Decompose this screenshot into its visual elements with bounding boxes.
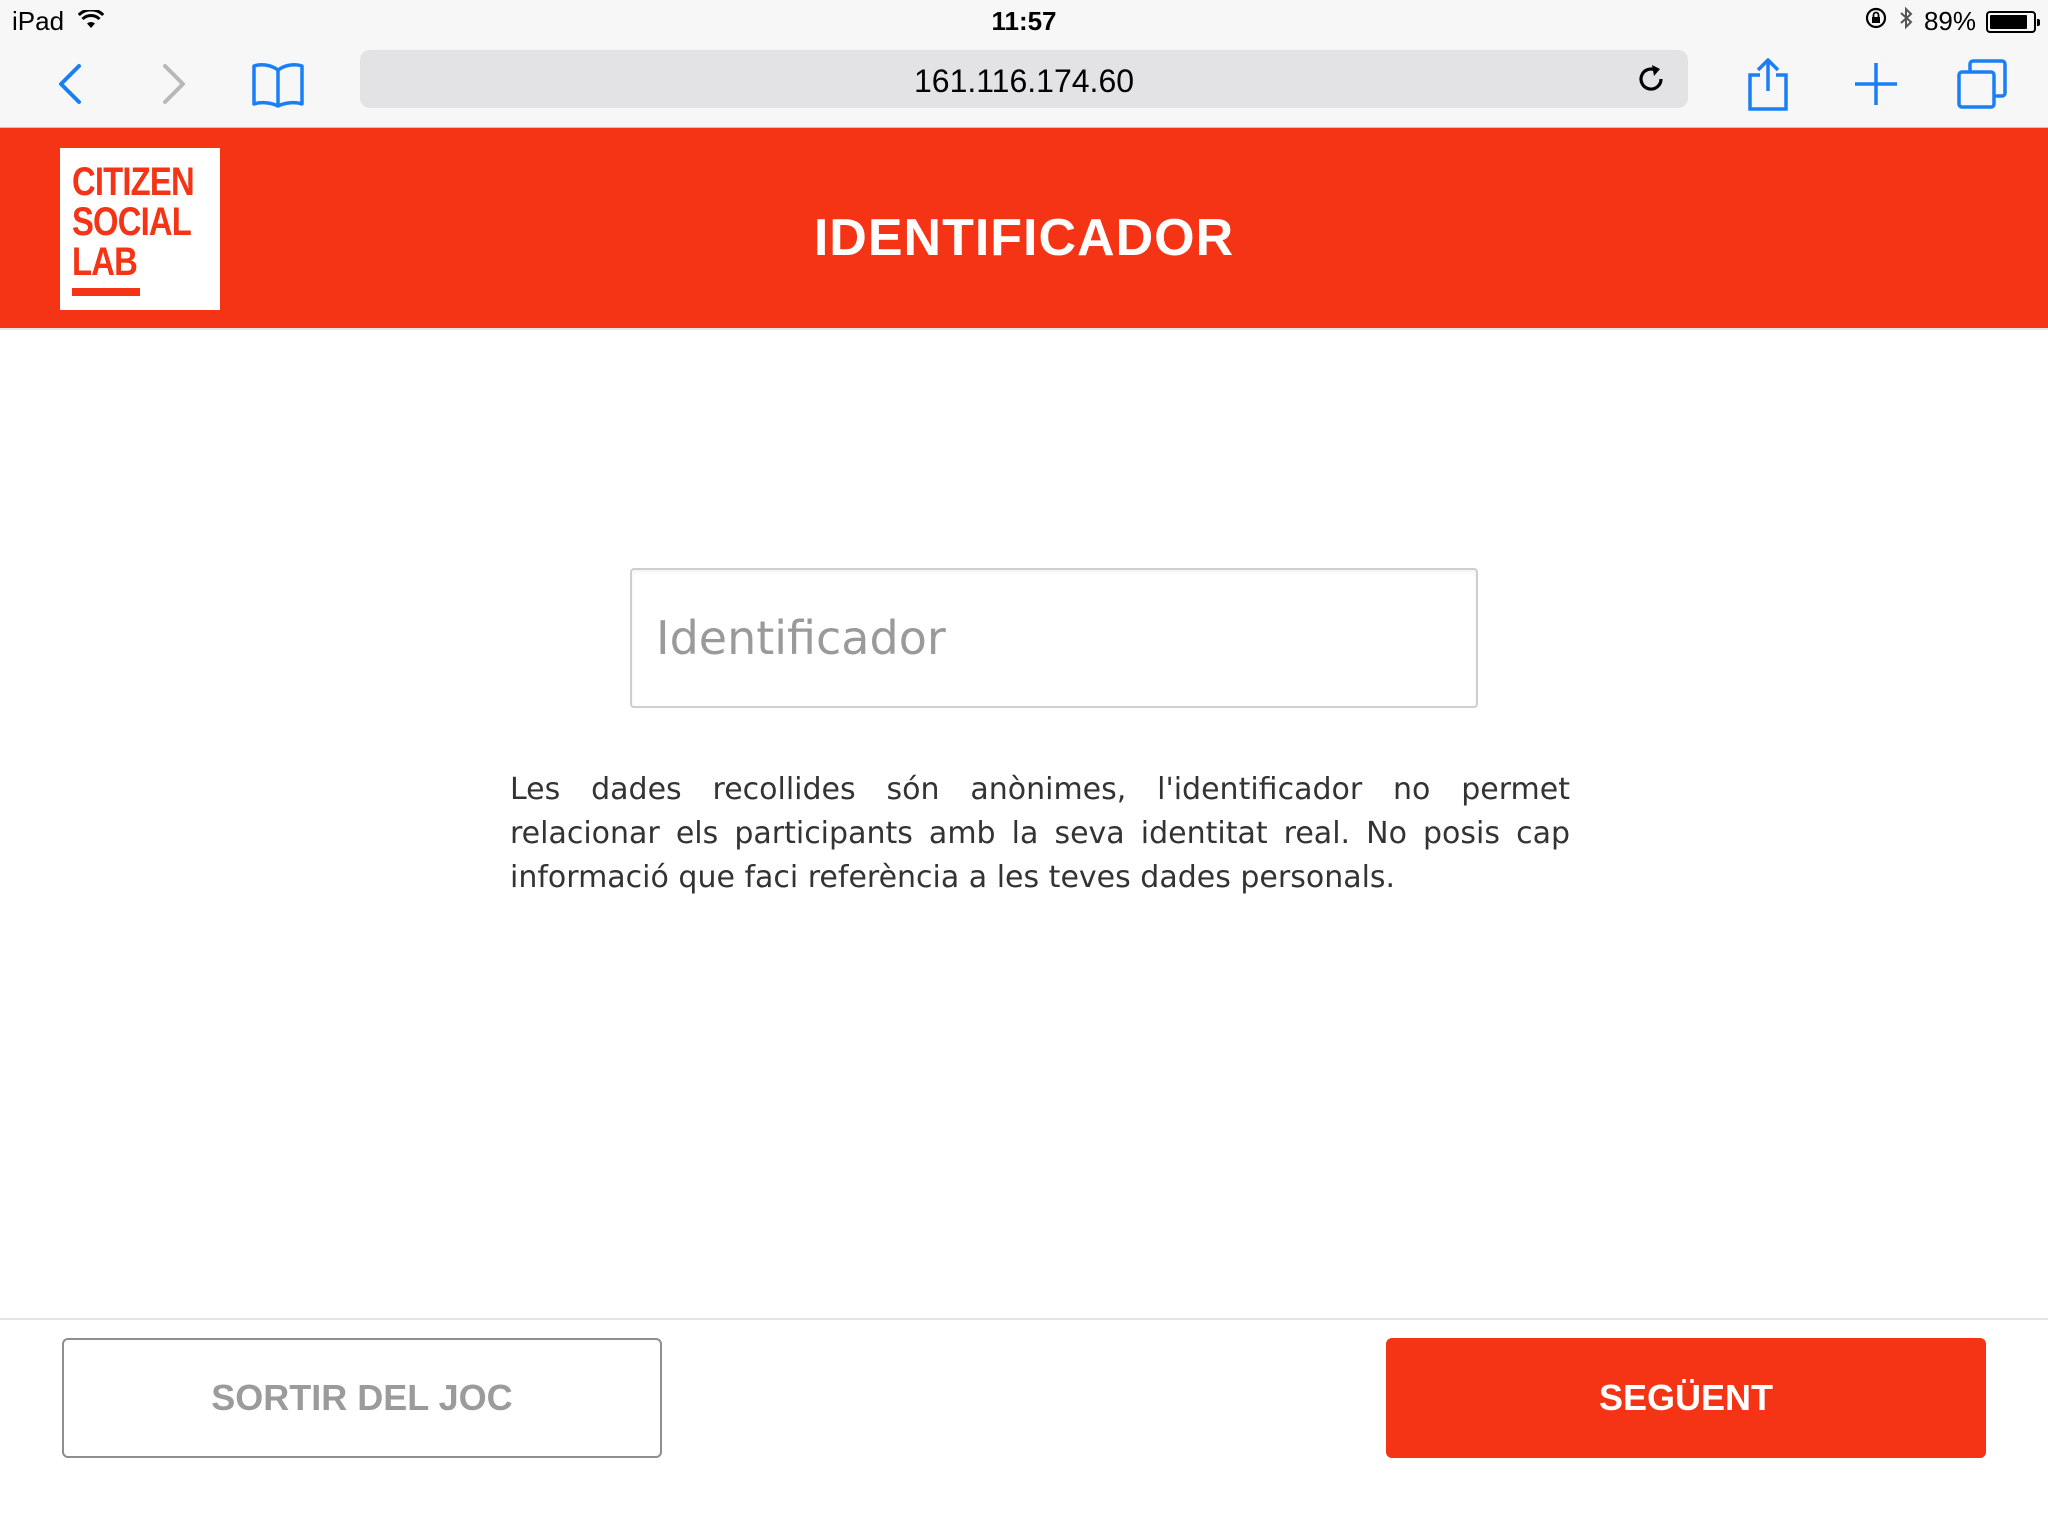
logo-underline	[72, 288, 140, 296]
privacy-notice: Les dades recollides són anònimes, l'ide…	[510, 772, 1570, 895]
header-divider	[0, 328, 2048, 330]
battery-percent: 89%	[1923, 6, 1976, 36]
new-tab-button[interactable]	[1846, 54, 1906, 114]
rotation-lock-icon	[1864, 6, 1888, 37]
back-icon	[59, 64, 81, 104]
url-text: 161.116.174.60	[913, 63, 1135, 99]
forward-icon	[163, 64, 185, 104]
new-tab-icon	[1855, 63, 1897, 105]
status-bar: iPad 11:57 89%	[0, 0, 2048, 40]
share-icon	[1748, 58, 1788, 111]
reload-icon[interactable]	[1634, 62, 1668, 96]
battery-level	[1990, 14, 2028, 29]
page-title: IDENTIFICADOR	[813, 209, 1235, 267]
footer-divider	[0, 1318, 2048, 1320]
status-time: 11:57	[991, 6, 1057, 36]
bookmarks-icon	[252, 63, 304, 108]
back-button[interactable]	[40, 54, 100, 114]
exit-game-button[interactable]: SORTIR DEL JOC	[62, 1338, 662, 1458]
tabs-button[interactable]	[1952, 54, 2012, 114]
identifier-input[interactable]	[630, 568, 1478, 708]
forward-button[interactable]	[144, 54, 204, 114]
next-button[interactable]: SEGÜENT	[1386, 1338, 1986, 1458]
tabs-icon	[1957, 59, 2007, 109]
bluetooth-icon	[1898, 6, 1914, 37]
browser-toolbar: 161.116.174.60	[0, 40, 2048, 128]
app-header: CITIZEN SOCIAL LAB IDENTIFICADOR	[0, 128, 2048, 328]
battery-icon	[1986, 10, 2040, 33]
logo-line-1: CITIZEN	[72, 160, 195, 204]
share-button[interactable]	[1738, 54, 1798, 114]
status-right: 89%	[1864, 6, 2040, 37]
bookmarks-button[interactable]	[248, 54, 308, 114]
address-bar[interactable]: 161.116.174.60	[360, 50, 1688, 108]
